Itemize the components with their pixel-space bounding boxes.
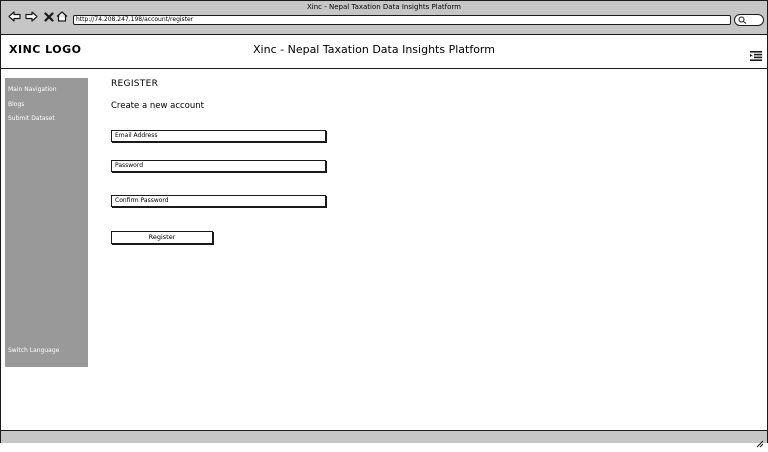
browser-search-box[interactable] [734, 14, 764, 26]
window-title: Xinc - Nepal Taxation Data Insights Plat… [307, 3, 461, 11]
sidebar-item-switch-language[interactable]: Switch Language [8, 347, 59, 354]
password-field[interactable]: Password [111, 160, 326, 172]
create-account-subheading: Create a new account [111, 101, 204, 111]
sidebar-item-blogs[interactable]: Blogs [8, 101, 24, 108]
status-bar [1, 430, 767, 448]
browser-window: Xinc - Nepal Taxation Data Insights Plat… [0, 0, 768, 448]
register-heading: REGISTER [111, 79, 159, 89]
search-icon [738, 16, 747, 24]
app-header: XINC LOGO Xinc - Nepal Taxation Data Ins… [1, 35, 767, 69]
back-arrow-icon[interactable] [8, 10, 21, 23]
menu-icon[interactable] [750, 46, 762, 65]
browser-chrome: Xinc - Nepal Taxation Data Insights Plat… [1, 1, 767, 35]
register-button[interactable]: Register [111, 231, 213, 244]
address-bar[interactable]: http://74.208.247.198/account/register [73, 15, 731, 25]
page-title: Xinc - Nepal Taxation Data Insights Plat… [253, 43, 495, 56]
email-field[interactable]: Email Address [111, 130, 326, 142]
sidebar-item-main-navigation[interactable]: Main Navigation [8, 86, 57, 93]
home-icon[interactable] [55, 10, 68, 23]
stop-icon[interactable] [42, 10, 55, 23]
forward-arrow-icon[interactable] [25, 10, 38, 23]
confirm-password-field[interactable]: Confirm Password [111, 195, 326, 207]
sidebar: Main Navigation Blogs Submit Dataset Swi… [5, 78, 88, 367]
sidebar-item-submit-dataset[interactable]: Submit Dataset [8, 115, 55, 122]
